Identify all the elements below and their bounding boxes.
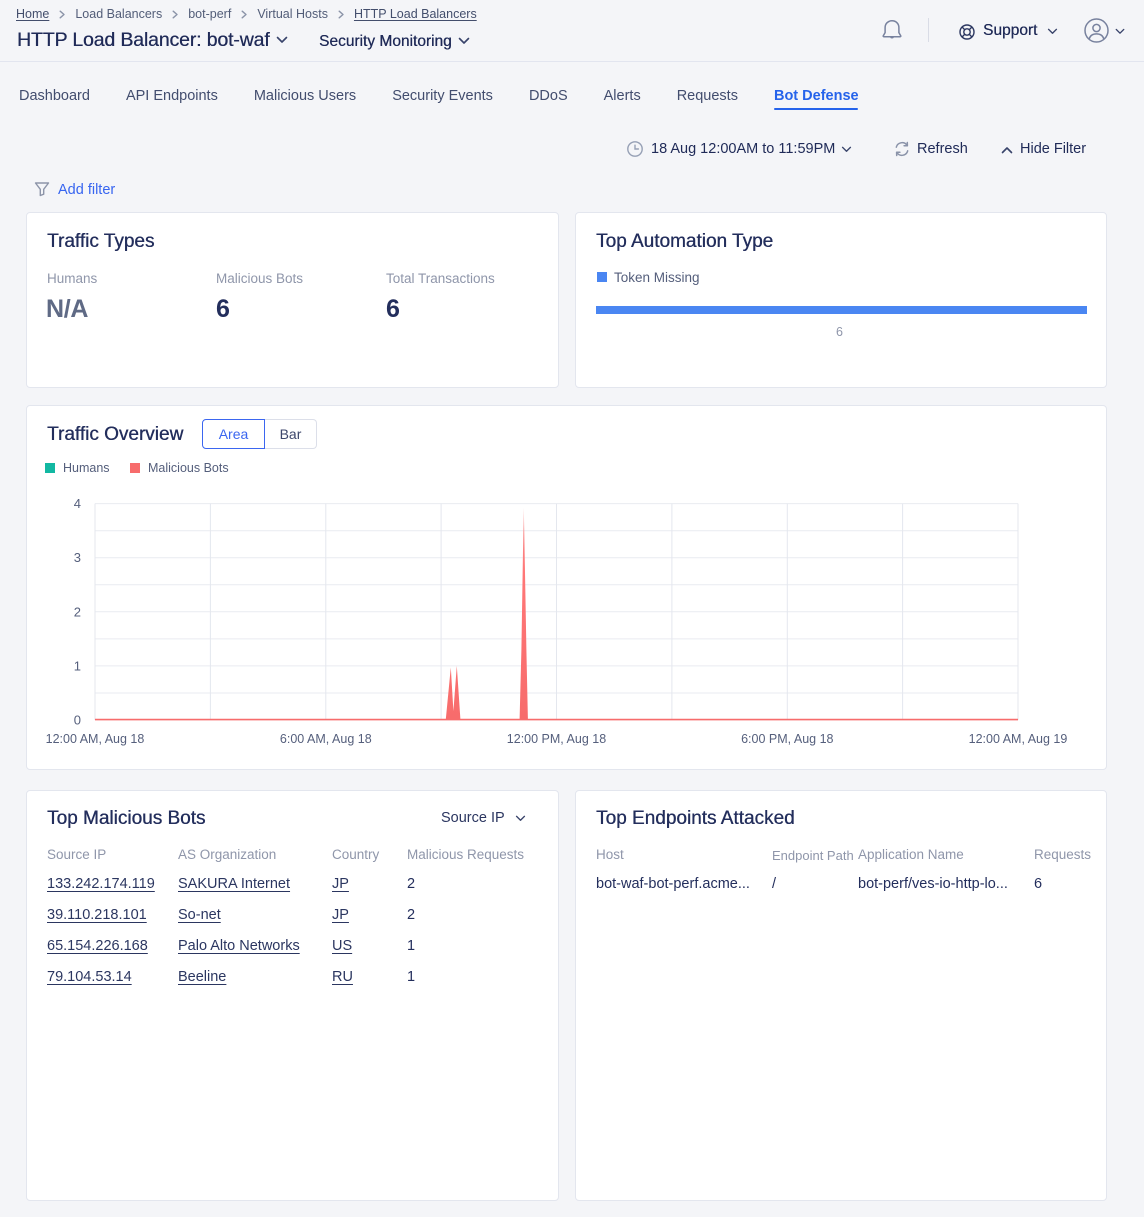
svg-text:12:00 AM, Aug 18: 12:00 AM, Aug 18: [46, 732, 145, 746]
svg-text:12:00 PM, Aug 18: 12:00 PM, Aug 18: [507, 732, 606, 746]
svg-text:2: 2: [74, 604, 81, 619]
svg-text:1: 1: [74, 658, 81, 673]
svg-text:3: 3: [74, 550, 81, 565]
svg-text:0: 0: [74, 713, 81, 728]
svg-text:4: 4: [74, 496, 81, 511]
svg-text:6:00 PM, Aug 18: 6:00 PM, Aug 18: [741, 732, 833, 746]
svg-text:6:00 AM, Aug 18: 6:00 AM, Aug 18: [280, 732, 372, 746]
svg-text:12:00 AM, Aug 19: 12:00 AM, Aug 19: [969, 732, 1068, 746]
